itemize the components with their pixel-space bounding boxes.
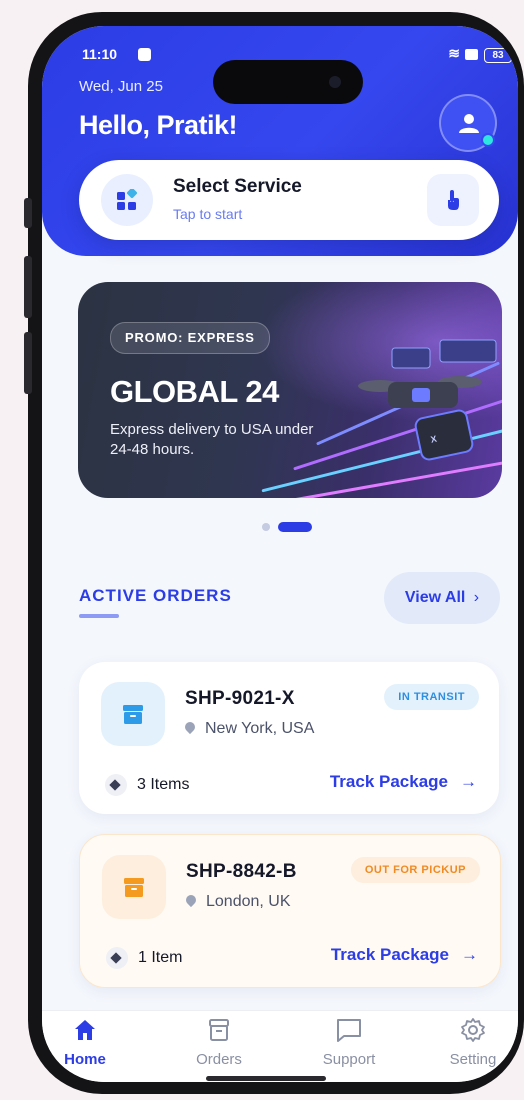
order-id: SHP-9021-X (185, 688, 295, 709)
tap-button[interactable] (427, 174, 479, 226)
home-icon (75, 1020, 95, 1040)
promo-badge: PROMO: EXPRESS (110, 322, 270, 354)
wifi-icon: ≋ (448, 45, 460, 61)
layers-icon (106, 947, 128, 969)
location-pin-icon (183, 892, 199, 908)
volume-down-button (24, 332, 32, 394)
track-label: Track Package (329, 772, 448, 791)
user-icon (459, 114, 479, 133)
archive-icon (209, 1019, 229, 1041)
tab-setting[interactable]: Setting (428, 1017, 518, 1068)
tap-icon (448, 190, 459, 210)
notification-icon (138, 48, 151, 61)
carousel-dot[interactable] (262, 523, 270, 531)
service-subtitle: Tap to start (173, 206, 243, 222)
side-button (24, 198, 32, 228)
tab-home[interactable]: Home (42, 1017, 130, 1068)
package-icon-box (102, 855, 166, 919)
service-title: Select Service (173, 176, 302, 197)
promo-description: Express delivery to USA under 24-48 hour… (110, 421, 314, 458)
sim-icon (465, 49, 478, 60)
chat-icon (337, 1019, 361, 1042)
view-all-label: View All (404, 589, 466, 606)
layers-icon (105, 774, 127, 796)
battery-indicator: 83 (484, 48, 512, 63)
status-badge: OUT FOR PICKUP (350, 857, 480, 883)
dynamic-island (213, 60, 363, 104)
date-label: Wed, Jun 25 (79, 78, 163, 95)
select-service-card[interactable]: Select Service Tap to start (79, 160, 499, 240)
items-count: 3 Items (105, 774, 189, 796)
package-icon (124, 878, 144, 897)
service-icon (101, 174, 153, 226)
tab-label: Setting (449, 1051, 497, 1068)
items-text: 3 Items (137, 776, 190, 794)
track-package-link[interactable]: Track Package → (331, 945, 478, 965)
order-card[interactable]: SHP-9021-X New York, USA IN TRANSIT 3 It… (79, 662, 499, 814)
view-all-button[interactable]: View All › (384, 572, 500, 624)
tab-label: Home (64, 1051, 106, 1068)
volume-up-button (24, 256, 32, 318)
track-package-link[interactable]: Track Package → (330, 772, 477, 792)
track-label: Track Package (330, 945, 449, 964)
tab-orders[interactable]: Orders (174, 1017, 264, 1068)
promo-title: GLOBAL 24 (110, 374, 279, 409)
drone-image: X (358, 339, 497, 461)
online-indicator (481, 133, 495, 147)
arrow-right-icon: → (461, 945, 478, 964)
bottom-tab-bar: Home Orders Support Setting (42, 1010, 518, 1082)
chevron-right-icon: › (473, 589, 480, 606)
home-indicator (206, 1076, 326, 1081)
app-screen: Wed, Jun 25 Hello, Pratik! Select Servic… (42, 26, 518, 1082)
items-text: 1 Item (138, 949, 183, 967)
avatar[interactable] (439, 94, 497, 152)
status-badge: IN TRANSIT (384, 684, 479, 710)
carousel-dot-active[interactable] (278, 522, 312, 532)
arrow-right-icon: → (460, 772, 477, 791)
section-underline (79, 614, 119, 618)
greeting: Hello, Pratik! (79, 110, 238, 140)
order-card[interactable]: SHP-8842-B London, UK OUT FOR PICKUP 1 I… (79, 834, 501, 988)
order-location: New York, USA (182, 719, 315, 738)
tab-label: Support (322, 1051, 376, 1068)
package-icon (123, 705, 143, 724)
status-time: 11:10 (82, 46, 118, 62)
location-text: New York, USA (205, 720, 315, 737)
phone-frame: Wed, Jun 25 Hello, Pratik! Select Servic… (24, 12, 524, 1094)
tab-label: Orders (196, 1051, 242, 1068)
section-title: ACTIVE ORDERS (79, 586, 232, 605)
location-pin-icon (182, 719, 198, 735)
promo-banner[interactable]: X PROMO: EXPRESS GLOBAL 24 Express deliv… (78, 282, 502, 498)
items-count: 1 Item (106, 947, 182, 969)
grid-icon (117, 189, 138, 210)
order-location: London, UK (183, 892, 291, 911)
location-text: London, UK (206, 893, 291, 910)
order-id: SHP-8842-B (186, 861, 297, 882)
gear-icon (461, 1018, 485, 1042)
package-icon-box (101, 682, 165, 746)
tab-support[interactable]: Support (304, 1017, 394, 1068)
